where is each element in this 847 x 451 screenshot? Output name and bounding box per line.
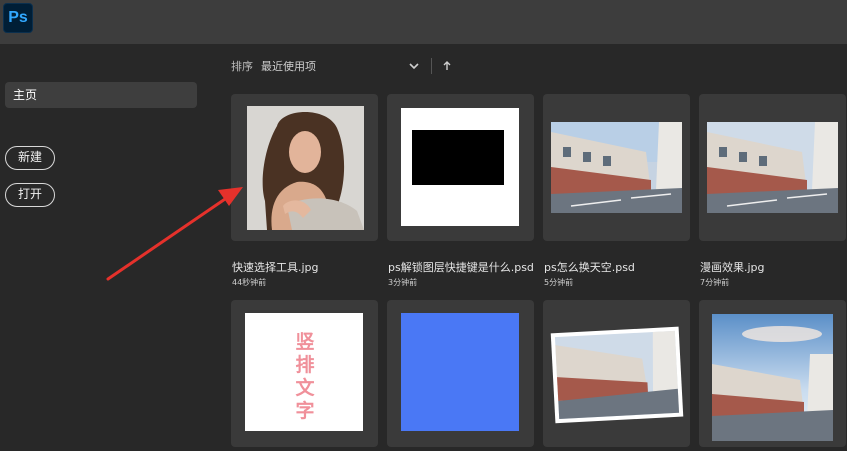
divider: [431, 58, 432, 74]
up-arrow-icon[interactable]: [442, 60, 452, 72]
vertical-text: 竖排文字: [295, 331, 315, 422]
file-card[interactable]: [699, 300, 846, 447]
thumbnail-portrait: [247, 106, 364, 230]
file-card[interactable]: [387, 300, 534, 447]
file-card[interactable]: [231, 94, 378, 241]
file-card[interactable]: [699, 94, 846, 241]
sort-bar: 排序 最近使用项: [231, 57, 452, 75]
file-card[interactable]: 竖排文字: [231, 300, 378, 447]
sort-label: 排序: [231, 60, 253, 73]
chevron-down-icon[interactable]: [407, 59, 421, 73]
file-time: 7分钟前: [700, 278, 730, 287]
file-name[interactable]: 漫画效果.jpg: [700, 259, 765, 275]
file-card[interactable]: [543, 94, 690, 241]
thumbnail-vertical-text: 竖排文字: [245, 313, 363, 431]
thumbnail-black-rectangle: [401, 108, 519, 226]
new-button[interactable]: 新建: [5, 146, 56, 170]
file-card[interactable]: [543, 300, 690, 447]
file-name[interactable]: ps怎么换天空.psd: [544, 259, 635, 275]
photoshop-logo[interactable]: Ps: [3, 3, 33, 33]
thumbnail-street: [551, 122, 682, 213]
file-name[interactable]: 快速选择工具.jpg: [232, 259, 319, 275]
file-time: 3分钟前: [388, 278, 418, 287]
sidebar-item-home[interactable]: 主页: [5, 82, 197, 108]
open-button[interactable]: 打开: [5, 183, 56, 207]
thumbnail-blue-square: [401, 313, 519, 431]
file-time: 5分钟前: [544, 278, 574, 287]
file-card[interactable]: [387, 94, 534, 241]
recent-files-panel: 排序 最近使用项 快速选择工具.jpg 44秒钟前 ps解锁图层快捷键是什么.p…: [215, 44, 847, 451]
sidebar: 主页 新建 打开: [0, 44, 215, 451]
thumbnail-street-sky: [712, 314, 833, 441]
thumbnail-street-tilted: [550, 326, 684, 424]
sort-dropdown[interactable]: 最近使用项: [261, 58, 407, 74]
title-bar: Ps: [0, 0, 847, 44]
thumbnail-street: [707, 122, 838, 213]
file-time: 44秒钟前: [232, 278, 267, 287]
file-name[interactable]: ps解锁图层快捷键是什么.psd: [388, 259, 534, 275]
